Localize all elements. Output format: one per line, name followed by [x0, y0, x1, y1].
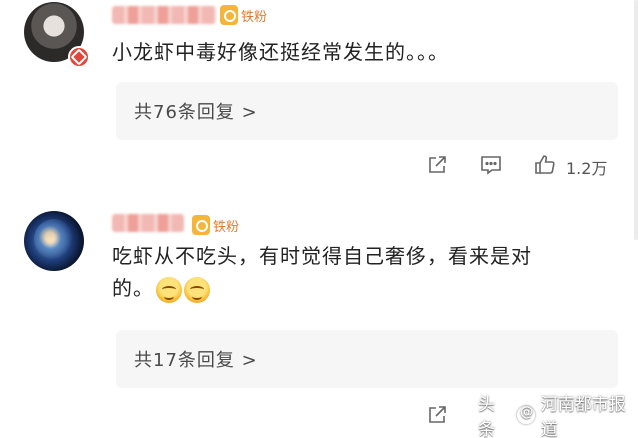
comment-actions: 1.2万 — [0, 148, 640, 182]
replies-button[interactable]: 共17条回复 > — [116, 330, 618, 388]
fan-badge: 铁粉 — [192, 215, 239, 235]
share-icon[interactable] — [424, 152, 450, 178]
fan-badge-icon — [192, 215, 210, 235]
comment-text: 吃虾从不吃头，有时觉得自己奢侈，看来是对的。 — [112, 240, 532, 304]
share-icon[interactable] — [424, 402, 450, 428]
fan-badge-label: 铁粉 — [241, 9, 268, 25]
fan-badge: 铁粉 — [220, 5, 267, 25]
like-icon[interactable] — [532, 152, 558, 178]
scrollbar[interactable] — [634, 0, 638, 240]
fan-badge-icon — [220, 5, 238, 25]
comment-text: 小龙虾中毒好像还挺经常发生的。。。 — [112, 40, 449, 64]
like-count: 1.2万 — [566, 159, 608, 178]
watermark-label: 头条 — [478, 395, 495, 438]
comment-icon[interactable] — [478, 152, 504, 178]
verified-badge-icon — [68, 46, 90, 68]
replies-label: 共17条回复 > — [134, 350, 258, 371]
comment-item: 铁粉 小龙虾中毒好像还挺经常发生的。。。 共76条回复 > 1.2万 — [0, 0, 640, 190]
replies-label: 共76条回复 > — [134, 102, 258, 123]
replies-button[interactable]: 共76条回复 > — [116, 82, 618, 140]
watermark-account: 河南都市报道 — [540, 395, 626, 438]
at-icon — [517, 405, 535, 424]
fan-badge-label: 铁粉 — [213, 219, 240, 235]
username-blurred[interactable] — [112, 6, 216, 24]
avatar[interactable] — [24, 211, 84, 271]
username-blurred[interactable] — [112, 214, 184, 232]
grin-emoji-icon — [156, 276, 182, 303]
grin-emoji-icon — [184, 276, 210, 303]
watermark: 头条 河南都市报道 — [478, 395, 640, 438]
